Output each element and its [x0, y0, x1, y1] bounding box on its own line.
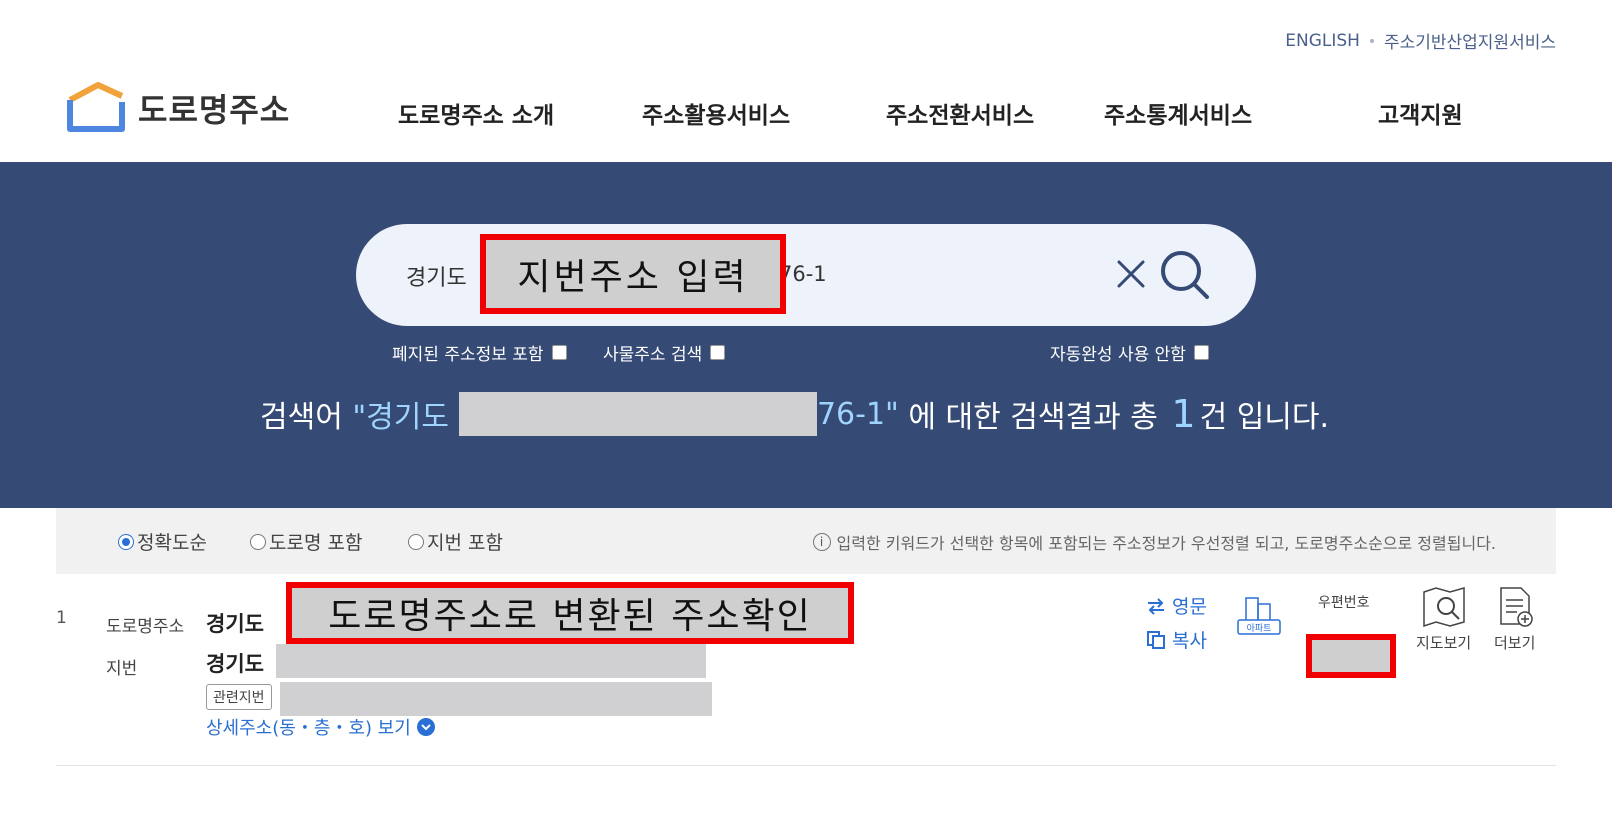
detail-address-label: 상세주소(동・층・호) 보기 — [206, 718, 411, 739]
result-tail: 건 입니다. — [1199, 400, 1330, 435]
result-query-suffix: 76-1" — [816, 396, 899, 432]
converted-address-annotation: 도로명주소로 변환된 주소확인 — [286, 582, 854, 644]
zip-code-label: 우편번호 — [1318, 595, 1370, 611]
sort-jibun-radio[interactable] — [408, 533, 424, 550]
detail-address-link[interactable]: 상세주소(동・층・호) 보기 — [206, 714, 435, 740]
separator-dot — [1369, 38, 1374, 43]
row-number: 1 — [56, 608, 67, 628]
more-button[interactable]: 더보기 — [1494, 586, 1535, 653]
apartment-icon: 아파트 — [1237, 597, 1281, 635]
road-address-label: 도로명주소 — [106, 617, 185, 637]
industry-service-link[interactable]: 주소기반산업지원서비스 — [1384, 28, 1556, 53]
result-query-prefix: "경기도 — [352, 400, 449, 435]
building-search-checkbox[interactable] — [710, 345, 726, 360]
map-view-label: 지도보기 — [1416, 634, 1472, 652]
english-address-button[interactable]: 영문 — [1146, 592, 1207, 619]
apartment-label: 아파트 — [1247, 623, 1272, 634]
search-hero: 경기도 76-1 폐지된 주소정보 포함 사물주소 검색 자동완성 사용 안함 … — [0, 162, 1612, 508]
chevron-down-icon — [416, 718, 435, 736]
search-icon[interactable] — [1158, 248, 1212, 302]
nav-road-address-intro[interactable]: 도로명주소 소개 — [398, 96, 554, 130]
redacted-jibun — [276, 644, 706, 678]
main-nav: 도로명주소 소개 주소활용서비스 주소전환서비스 주소통계서비스 고객지원 — [0, 96, 1612, 136]
building-search-option[interactable]: 사물주소 검색 — [603, 340, 726, 365]
copy-label: 복사 — [1172, 630, 1207, 652]
related-jibun-tag[interactable]: 관련지번 — [206, 684, 272, 710]
sort-road-label: 도로명 포함 — [269, 532, 363, 554]
road-address-value: 경기도 — [206, 612, 264, 636]
swap-icon — [1148, 597, 1164, 615]
sort-road-radio[interactable] — [250, 533, 266, 550]
no-autocomplete-label: 자동완성 사용 안함 — [1050, 345, 1186, 365]
include-abolished-checkbox[interactable] — [551, 345, 567, 360]
sort-exact-radio[interactable] — [118, 533, 134, 550]
nav-address-statistics[interactable]: 주소통계서비스 — [1104, 96, 1252, 130]
result-summary: 검색어 "경기도 76-1" 에 대한 검색결과 총 1 건 입니다. — [260, 392, 1329, 436]
sort-exact-option[interactable]: 정확도순 — [118, 528, 207, 555]
no-autocomplete-option[interactable]: 자동완성 사용 안함 — [1050, 340, 1209, 365]
sort-jibun-label: 지번 포함 — [427, 532, 503, 554]
more-label: 더보기 — [1494, 634, 1536, 652]
sort-note: i 입력한 키워드가 선택한 항목에 포함되는 주소정보가 우선정렬 되고, 도… — [812, 530, 1496, 554]
jibun-label: 지번 — [106, 659, 138, 679]
result-count: 1 — [1171, 392, 1196, 436]
utility-links: ENGLISH 주소기반산업지원서비스 — [1285, 28, 1556, 54]
redacted-zip-code — [1306, 634, 1396, 678]
search-query-prefix: 경기도 — [406, 266, 467, 291]
map-view-button[interactable]: 지도보기 — [1416, 586, 1471, 653]
nav-customer-support[interactable]: 고객지원 — [1378, 96, 1463, 130]
jibun-input-annotation: 지번주소 입력 — [480, 234, 786, 314]
building-search-label: 사물주소 검색 — [603, 345, 703, 365]
result-lead: 검색어 — [260, 400, 343, 435]
apartment-button[interactable]: 아파트 — [1236, 590, 1282, 636]
clear-icon[interactable] — [1113, 256, 1149, 292]
english-link[interactable]: ENGLISH — [1285, 31, 1360, 51]
info-icon: i — [812, 533, 831, 551]
nav-address-conversion[interactable]: 주소전환서비스 — [886, 96, 1034, 130]
sort-road-option[interactable]: 도로명 포함 — [250, 528, 362, 555]
no-autocomplete-checkbox[interactable] — [1193, 345, 1209, 360]
jibun-value: 경기도 — [206, 652, 264, 676]
sort-exact-label: 정확도순 — [137, 532, 207, 554]
redacted-query — [458, 392, 817, 436]
sort-jibun-option[interactable]: 지번 포함 — [408, 528, 503, 555]
result-mid: 에 대한 검색결과 총 — [908, 400, 1158, 435]
redacted-related-jibun — [280, 682, 712, 716]
include-abolished-option[interactable]: 폐지된 주소정보 포함 — [392, 340, 567, 365]
nav-address-usage[interactable]: 주소활용서비스 — [642, 96, 790, 130]
copy-icon — [1147, 630, 1165, 649]
document-plus-icon — [1499, 587, 1533, 627]
copy-button[interactable]: 복사 — [1146, 626, 1207, 653]
english-address-label: 영문 — [1172, 596, 1207, 618]
sort-bar: 정확도순 도로명 포함 지번 포함 i 입력한 키워드가 선택한 항목에 포함되… — [56, 508, 1556, 574]
include-abolished-label: 폐지된 주소정보 포함 — [392, 345, 544, 365]
search-query-suffix: 76-1 — [779, 262, 827, 286]
map-search-icon — [1422, 587, 1465, 628]
sort-note-text: 입력한 키워드가 선택한 항목에 포함되는 주소정보가 우선정렬 되고, 도로명… — [836, 534, 1496, 553]
